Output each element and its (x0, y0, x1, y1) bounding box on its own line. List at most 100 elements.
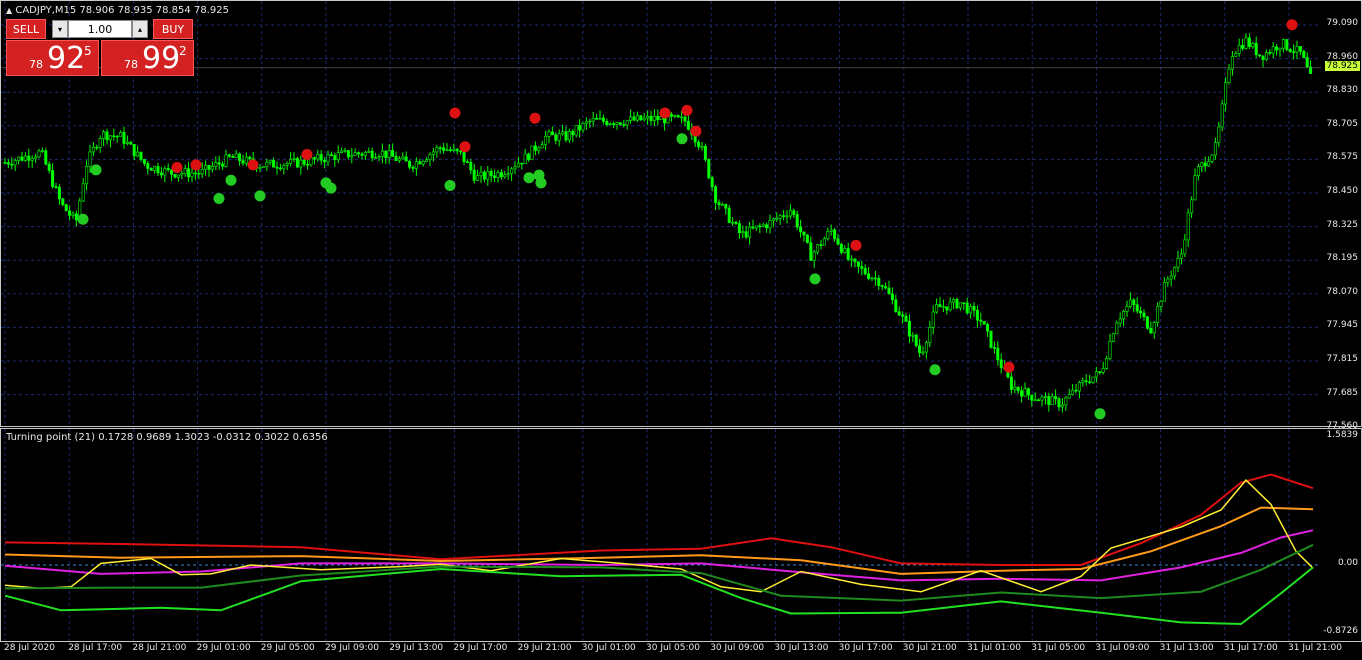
time-axis-label: 31 Jul 17:00 (1223, 643, 1278, 653)
candle-body (1213, 142, 1217, 156)
candle-body (1054, 396, 1058, 400)
candle-body (673, 115, 677, 117)
candle-body (904, 315, 908, 322)
time-axis-label: 30 Jul 01:00 (581, 643, 636, 653)
candle-body (34, 156, 38, 159)
candle-body (574, 125, 578, 136)
candle-body (792, 210, 796, 215)
candle-body (482, 171, 486, 180)
buy-price-button[interactable]: 78 99 2 (101, 40, 194, 76)
candle-body (992, 347, 996, 349)
candle-body (782, 215, 786, 217)
candle-body (459, 150, 463, 153)
price-chart-canvas[interactable] (1, 1, 1321, 426)
buy-signal-icon (1094, 408, 1106, 420)
candle-body (1261, 55, 1265, 60)
candle-body (625, 120, 629, 126)
candle-body (1281, 39, 1285, 49)
candle-body (411, 166, 415, 169)
indicator-pane[interactable]: Turning point (21) 0.1728 0.9689 1.3023 … (0, 428, 1362, 642)
candle-body (564, 131, 568, 141)
candle-body (350, 155, 354, 158)
candle-body (295, 158, 299, 168)
buy-price-big-figure: 78 (124, 58, 138, 71)
candle-body (486, 171, 490, 180)
candle-body (445, 149, 449, 151)
candle-body (37, 150, 41, 158)
candle-body (465, 161, 469, 163)
buy-signal-icon (929, 364, 941, 376)
lot-increase-button[interactable]: ▴ (132, 20, 148, 38)
candle-body (302, 159, 306, 165)
candle-body (870, 277, 874, 280)
candle-body (153, 166, 157, 171)
series-line-dark-green (4, 543, 1314, 602)
sell-price-button[interactable]: 78 92 5 (6, 40, 99, 76)
candle-body (999, 359, 1003, 369)
candle-body (1200, 162, 1204, 167)
time-axis-label: 31 Jul 09:00 (1095, 643, 1150, 653)
candle-body (438, 147, 442, 150)
indicator-canvas[interactable] (1, 429, 1321, 641)
buy-button[interactable]: BUY (153, 19, 193, 39)
candle-body (47, 163, 51, 171)
candle-body (1060, 404, 1064, 408)
candle-body (683, 116, 687, 122)
candle-body (799, 226, 803, 233)
candle-body (241, 160, 245, 164)
candle-body (768, 220, 772, 229)
candle-body (935, 304, 939, 313)
candle-body (877, 278, 881, 286)
sell-button[interactable]: SELL (6, 19, 46, 39)
time-axis-label: 29 Jul 21:00 (517, 643, 572, 653)
candle-body (336, 152, 340, 160)
candle-body (353, 152, 357, 156)
candle-body (1111, 333, 1115, 342)
candle-body (1254, 43, 1258, 56)
candle-body (754, 225, 758, 229)
candle-body (1071, 389, 1075, 395)
candle-body (51, 170, 55, 187)
buy-signal-icon (676, 133, 688, 145)
candle-body (1026, 388, 1030, 396)
price-axis-label: 78.450 (1326, 186, 1359, 196)
candle-body (1295, 46, 1299, 53)
buy-signal-icon (535, 177, 547, 189)
price-chart-pane[interactable]: ▲ CADJPY,M15 78.906 78.935 78.854 78.925 (0, 0, 1362, 427)
candle-body (1203, 162, 1207, 167)
candle-body (57, 186, 61, 200)
candle-body (102, 131, 106, 139)
buy-price-pips: 99 (142, 41, 181, 76)
candle-body (537, 147, 541, 151)
candle-body (401, 156, 405, 160)
candle-body (176, 174, 180, 178)
candle-body (717, 202, 721, 205)
candle-body (581, 122, 585, 131)
candle-body (1298, 46, 1302, 52)
lot-decrease-button[interactable]: ▾ (52, 20, 68, 38)
one-click-trading-panel: SELL ▾ 1.00 ▴ BUY 78 92 5 78 99 2 (6, 19, 194, 76)
candle-body (795, 214, 799, 228)
candle-body (258, 167, 262, 169)
candle-body (1224, 82, 1228, 105)
candle-body (1237, 45, 1241, 54)
time-axis-label: 30 Jul 05:00 (646, 643, 700, 653)
candle-body (129, 141, 133, 145)
candle-body (163, 168, 167, 176)
candle-body (578, 125, 582, 131)
collapse-icon[interactable]: ▲ (6, 6, 12, 15)
candle-body (197, 173, 201, 175)
candle-body (979, 319, 983, 322)
candle-body (442, 147, 446, 151)
lot-size-input[interactable]: 1.00 (68, 20, 132, 38)
candle-body (1169, 275, 1173, 280)
candle-body (265, 161, 269, 168)
candle-body (873, 277, 877, 280)
candle-body (1067, 394, 1071, 399)
time-axis-label: 29 Jul 05:00 (260, 643, 315, 653)
candle-body (282, 164, 286, 170)
candle-body (856, 261, 860, 267)
candle-body (88, 151, 92, 167)
candle-body (132, 144, 136, 157)
candle-body (523, 153, 527, 165)
